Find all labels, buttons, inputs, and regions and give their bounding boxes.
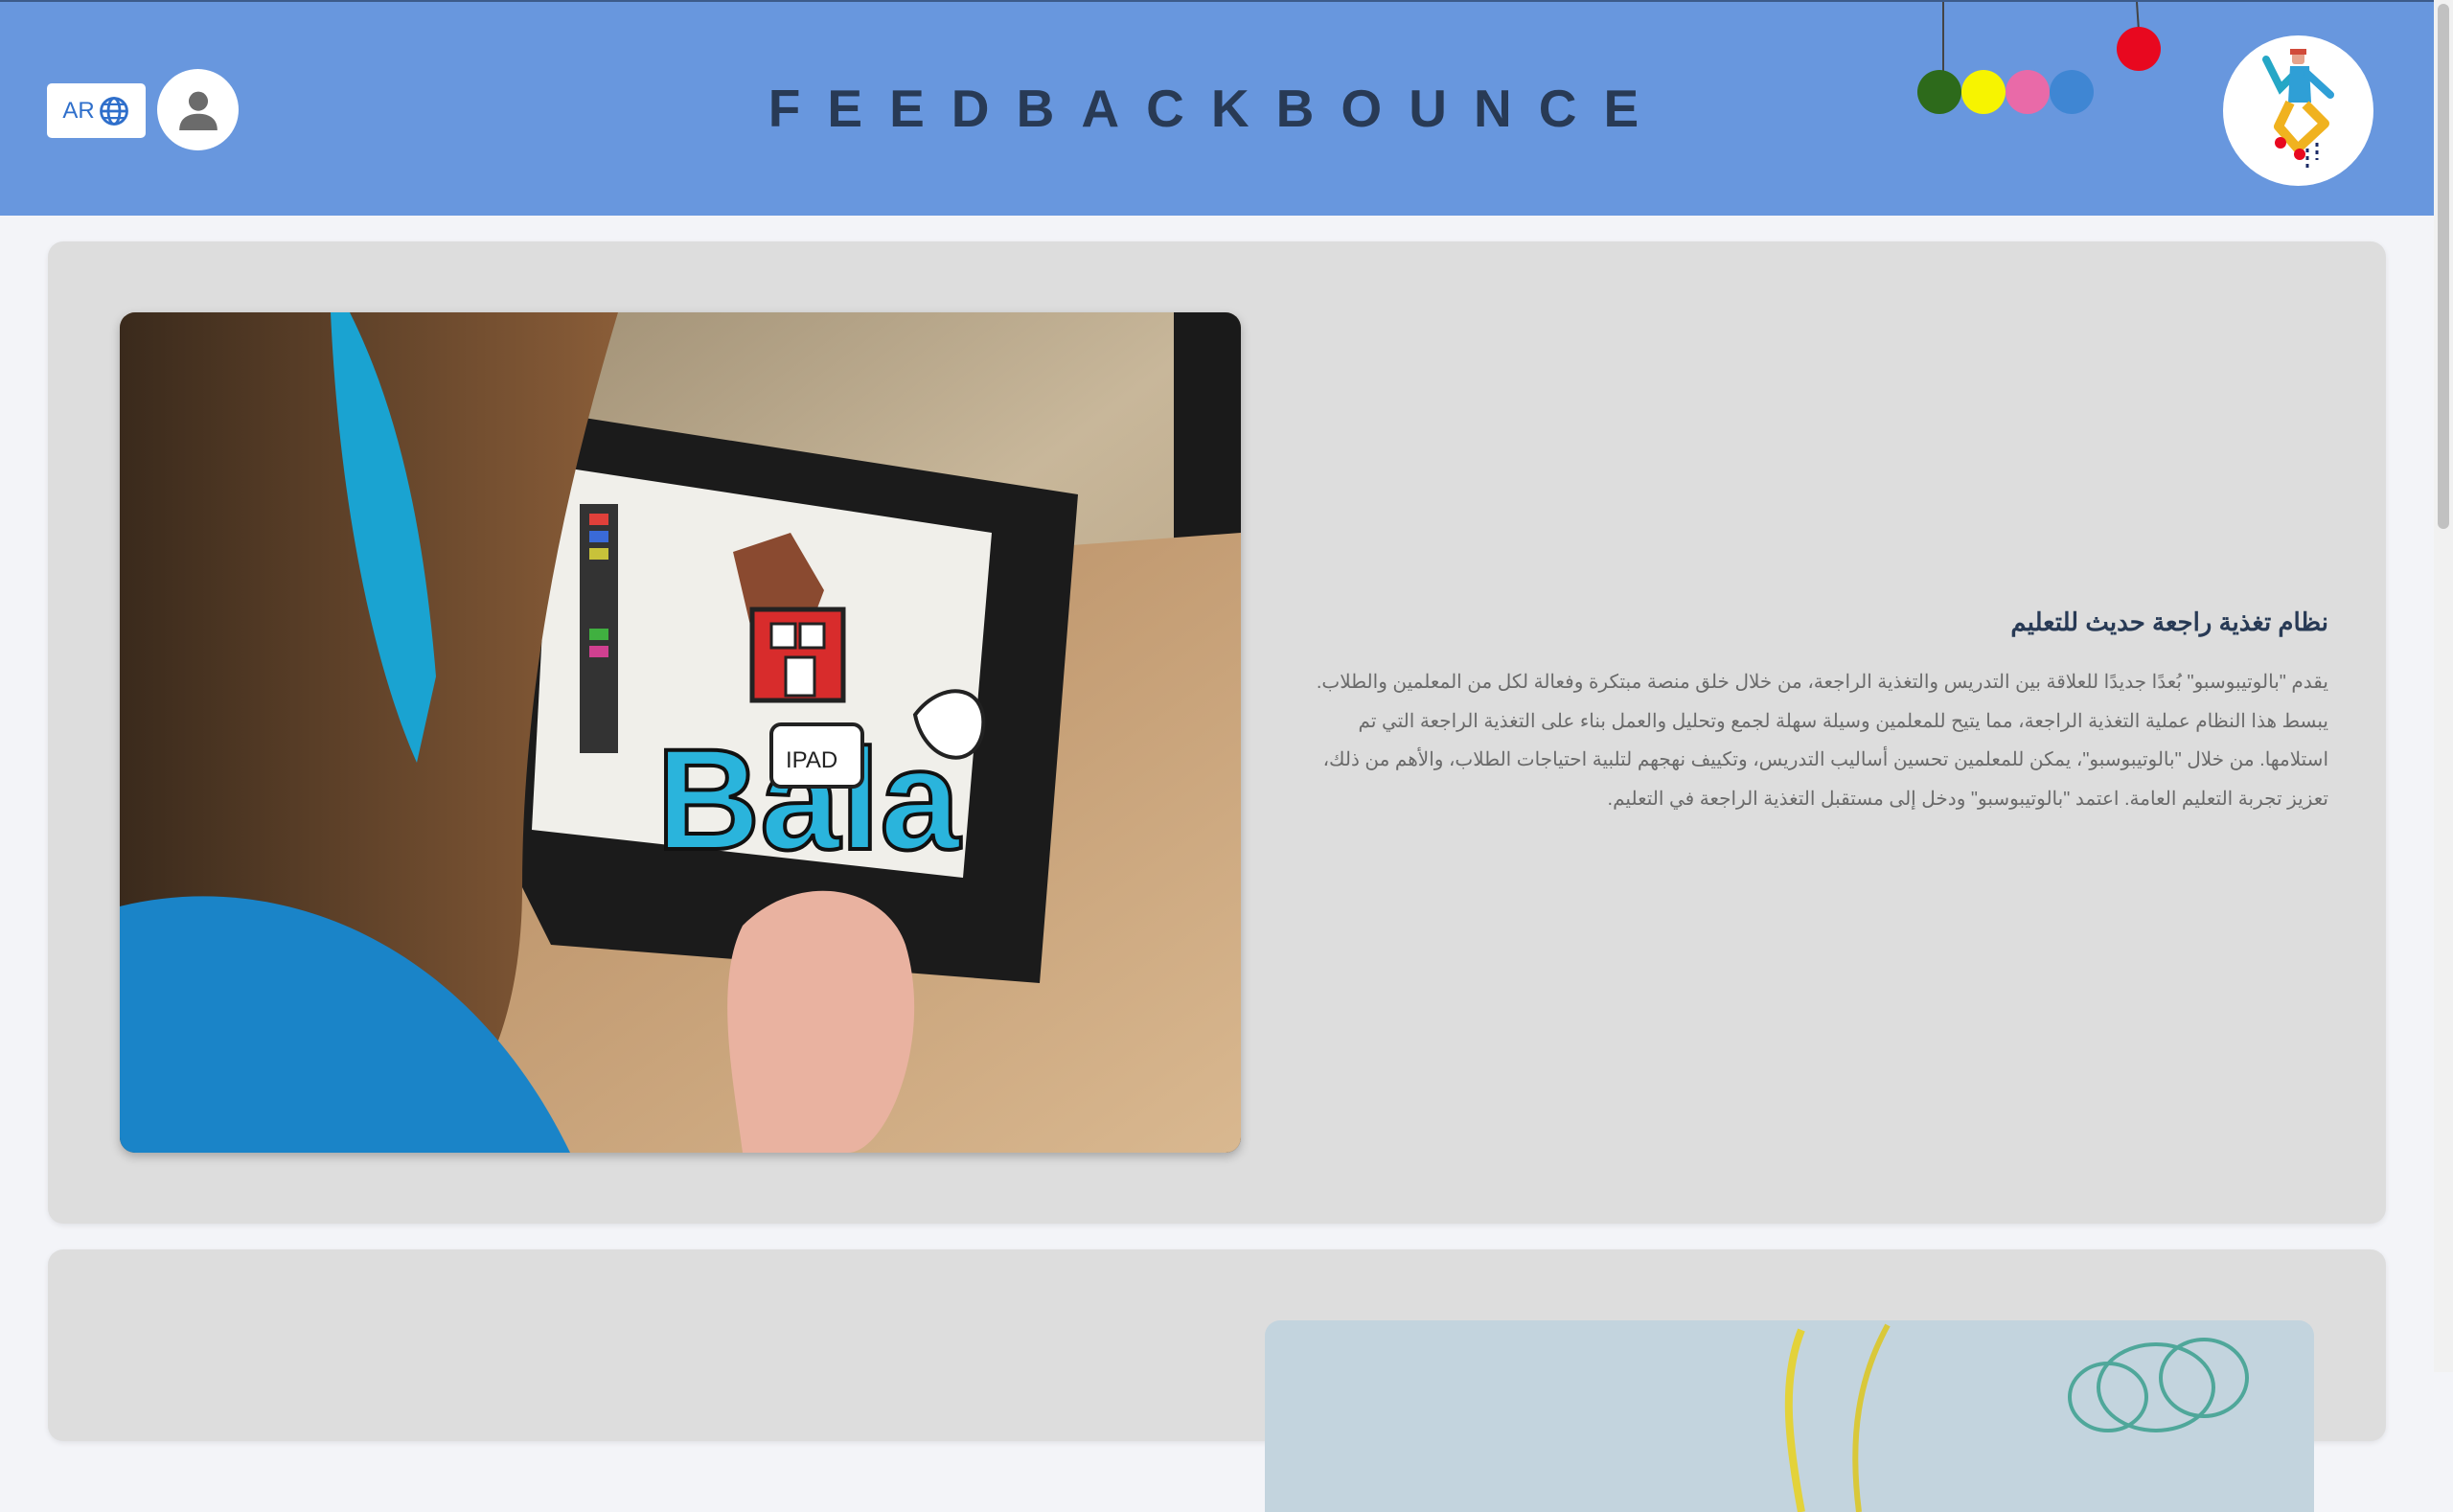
vertical-scrollbar[interactable] <box>2434 0 2453 1372</box>
yellow-ball <box>1961 70 2006 114</box>
feature-photo: Bala IPAD <box>120 312 1241 1153</box>
pink-ball <box>2006 70 2050 114</box>
language-label: AR <box>62 97 95 124</box>
feature-heading: نظام تغذية راجعة حديث للتعليم <box>2010 607 2328 636</box>
logo[interactable] <box>2223 35 2373 186</box>
green-ball <box>1917 70 1961 114</box>
feature-text: نظام تغذية راجعة حديث للتعليم يقدم "بالو… <box>1313 606 2328 818</box>
scrollbar-thumb[interactable] <box>2438 4 2449 529</box>
logo-figure-icon <box>2262 49 2334 170</box>
decorative-balls <box>1917 2 2161 114</box>
feature-card-2 <box>48 1249 2386 1512</box>
red-ball <box>2117 27 2161 71</box>
site-title: FEEDBACKBOUNCE <box>768 79 1666 138</box>
blue-ball <box>2050 70 2094 114</box>
user-icon <box>178 91 218 130</box>
header: AR FEEDBACKBOUNCE <box>0 0 2434 216</box>
language-toggle-button[interactable]: AR <box>47 83 146 138</box>
feature-photo-2 <box>1265 1320 2314 1512</box>
account-button[interactable] <box>157 69 239 150</box>
feature-card: Bala IPAD نظام تغذية راجعة حديث للتعليم … <box>48 241 2386 1224</box>
svg-text:IPAD: IPAD <box>786 747 837 773</box>
feature-description: يقدم "بالوتيبوسبو" بُعدًا جديدًا للعلاقة… <box>1316 672 2328 810</box>
globe-icon <box>99 96 128 126</box>
